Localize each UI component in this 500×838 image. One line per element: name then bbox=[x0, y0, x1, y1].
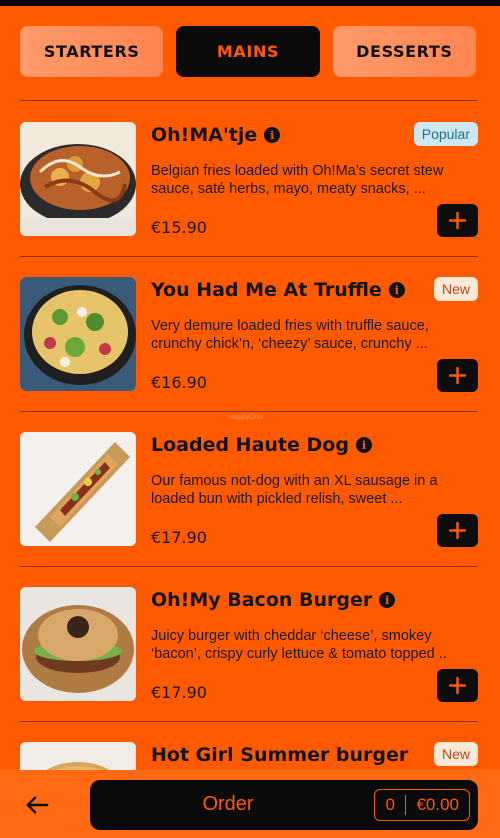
item-name-text: Oh!My Bacon Burger bbox=[151, 589, 373, 611]
item-name: Oh!MA'tje i bbox=[151, 124, 281, 146]
item-description: Belgian fries loaded with Oh!Ma’s secret… bbox=[151, 163, 444, 197]
item-image bbox=[20, 587, 136, 701]
order-button[interactable]: Order 0 €0.00 bbox=[90, 780, 478, 830]
fries-photo bbox=[20, 122, 136, 236]
truffle-fries-photo bbox=[20, 277, 136, 391]
item-name-text: You Had Me At Truffle bbox=[151, 279, 382, 301]
item-name-text: Oh!MA'tje bbox=[151, 124, 258, 146]
watermark: HappyCow bbox=[229, 414, 264, 421]
menu-item-truffle[interactable]: You Had Me At Truffle i New Very demure … bbox=[20, 277, 478, 397]
order-label: Order bbox=[202, 793, 254, 815]
tab-mains[interactable]: MAINS bbox=[176, 26, 320, 77]
info-icon[interactable]: i bbox=[355, 437, 372, 453]
tab-desserts[interactable]: DESSERTS bbox=[332, 26, 476, 77]
menu-item-ohmatje[interactable]: Oh!MA'tje i Popular Belgian fries loaded… bbox=[20, 122, 478, 242]
divider bbox=[20, 256, 478, 257]
menu-item-bacon-burger[interactable]: Oh!My Bacon Burger i Juicy burger with c… bbox=[20, 587, 478, 707]
item-name: Hot Girl Summer burger bbox=[151, 744, 408, 766]
add-to-cart-button[interactable] bbox=[437, 359, 478, 392]
divider bbox=[20, 721, 478, 722]
item-name-text: Loaded Haute Dog bbox=[151, 434, 349, 456]
cart-total: €0.00 bbox=[416, 795, 459, 814]
item-image bbox=[20, 122, 136, 236]
hotdog-photo bbox=[20, 432, 136, 546]
new-badge: New bbox=[433, 742, 478, 766]
category-tabs: STARTERS MAINS DESSERTS bbox=[20, 26, 476, 77]
plus-icon bbox=[449, 522, 466, 539]
item-description: Juicy burger with cheddar ‘cheese’, smok… bbox=[151, 628, 447, 662]
item-name: You Had Me At Truffle i bbox=[151, 279, 405, 301]
info-icon[interactable]: i bbox=[379, 592, 396, 608]
add-to-cart-button[interactable] bbox=[437, 514, 478, 547]
bottom-bar: Order 0 €0.00 bbox=[0, 770, 500, 838]
item-price: €16.90 bbox=[151, 373, 207, 392]
popular-badge: Popular bbox=[413, 122, 478, 146]
divider bbox=[20, 411, 478, 412]
tab-starters[interactable]: STARTERS bbox=[20, 26, 164, 77]
burger-photo bbox=[20, 587, 136, 701]
item-description: Our famous not-dog with an XL sausage in… bbox=[151, 473, 438, 507]
item-name-text: Hot Girl Summer burger bbox=[151, 744, 409, 766]
info-icon[interactable]: i bbox=[264, 127, 281, 143]
item-name: Loaded Haute Dog i bbox=[151, 434, 372, 456]
add-to-cart-button[interactable] bbox=[437, 669, 478, 702]
plus-icon bbox=[449, 212, 466, 229]
item-description: Very demure loaded fries with truffle sa… bbox=[151, 318, 429, 352]
item-price: €17.90 bbox=[151, 528, 207, 547]
cart-count: 0 bbox=[385, 795, 395, 814]
plus-icon bbox=[449, 367, 466, 384]
top-bar bbox=[0, 0, 500, 6]
divider bbox=[20, 566, 478, 567]
item-name: Oh!My Bacon Burger i bbox=[151, 589, 396, 611]
new-badge: New bbox=[433, 277, 478, 301]
item-price: €15.90 bbox=[151, 218, 207, 237]
plus-icon bbox=[449, 677, 466, 694]
info-icon[interactable]: i bbox=[388, 282, 405, 298]
add-to-cart-button[interactable] bbox=[437, 204, 478, 237]
cart-summary: 0 €0.00 bbox=[374, 789, 470, 821]
item-image bbox=[20, 277, 136, 391]
menu-item-haute-dog[interactable]: Loaded Haute Dog i Our famous not-dog wi… bbox=[20, 432, 478, 552]
divider bbox=[20, 100, 478, 101]
item-image bbox=[20, 432, 136, 546]
back-button[interactable] bbox=[22, 792, 52, 818]
item-price: €17.90 bbox=[151, 683, 207, 702]
arrow-left-icon bbox=[26, 796, 49, 814]
